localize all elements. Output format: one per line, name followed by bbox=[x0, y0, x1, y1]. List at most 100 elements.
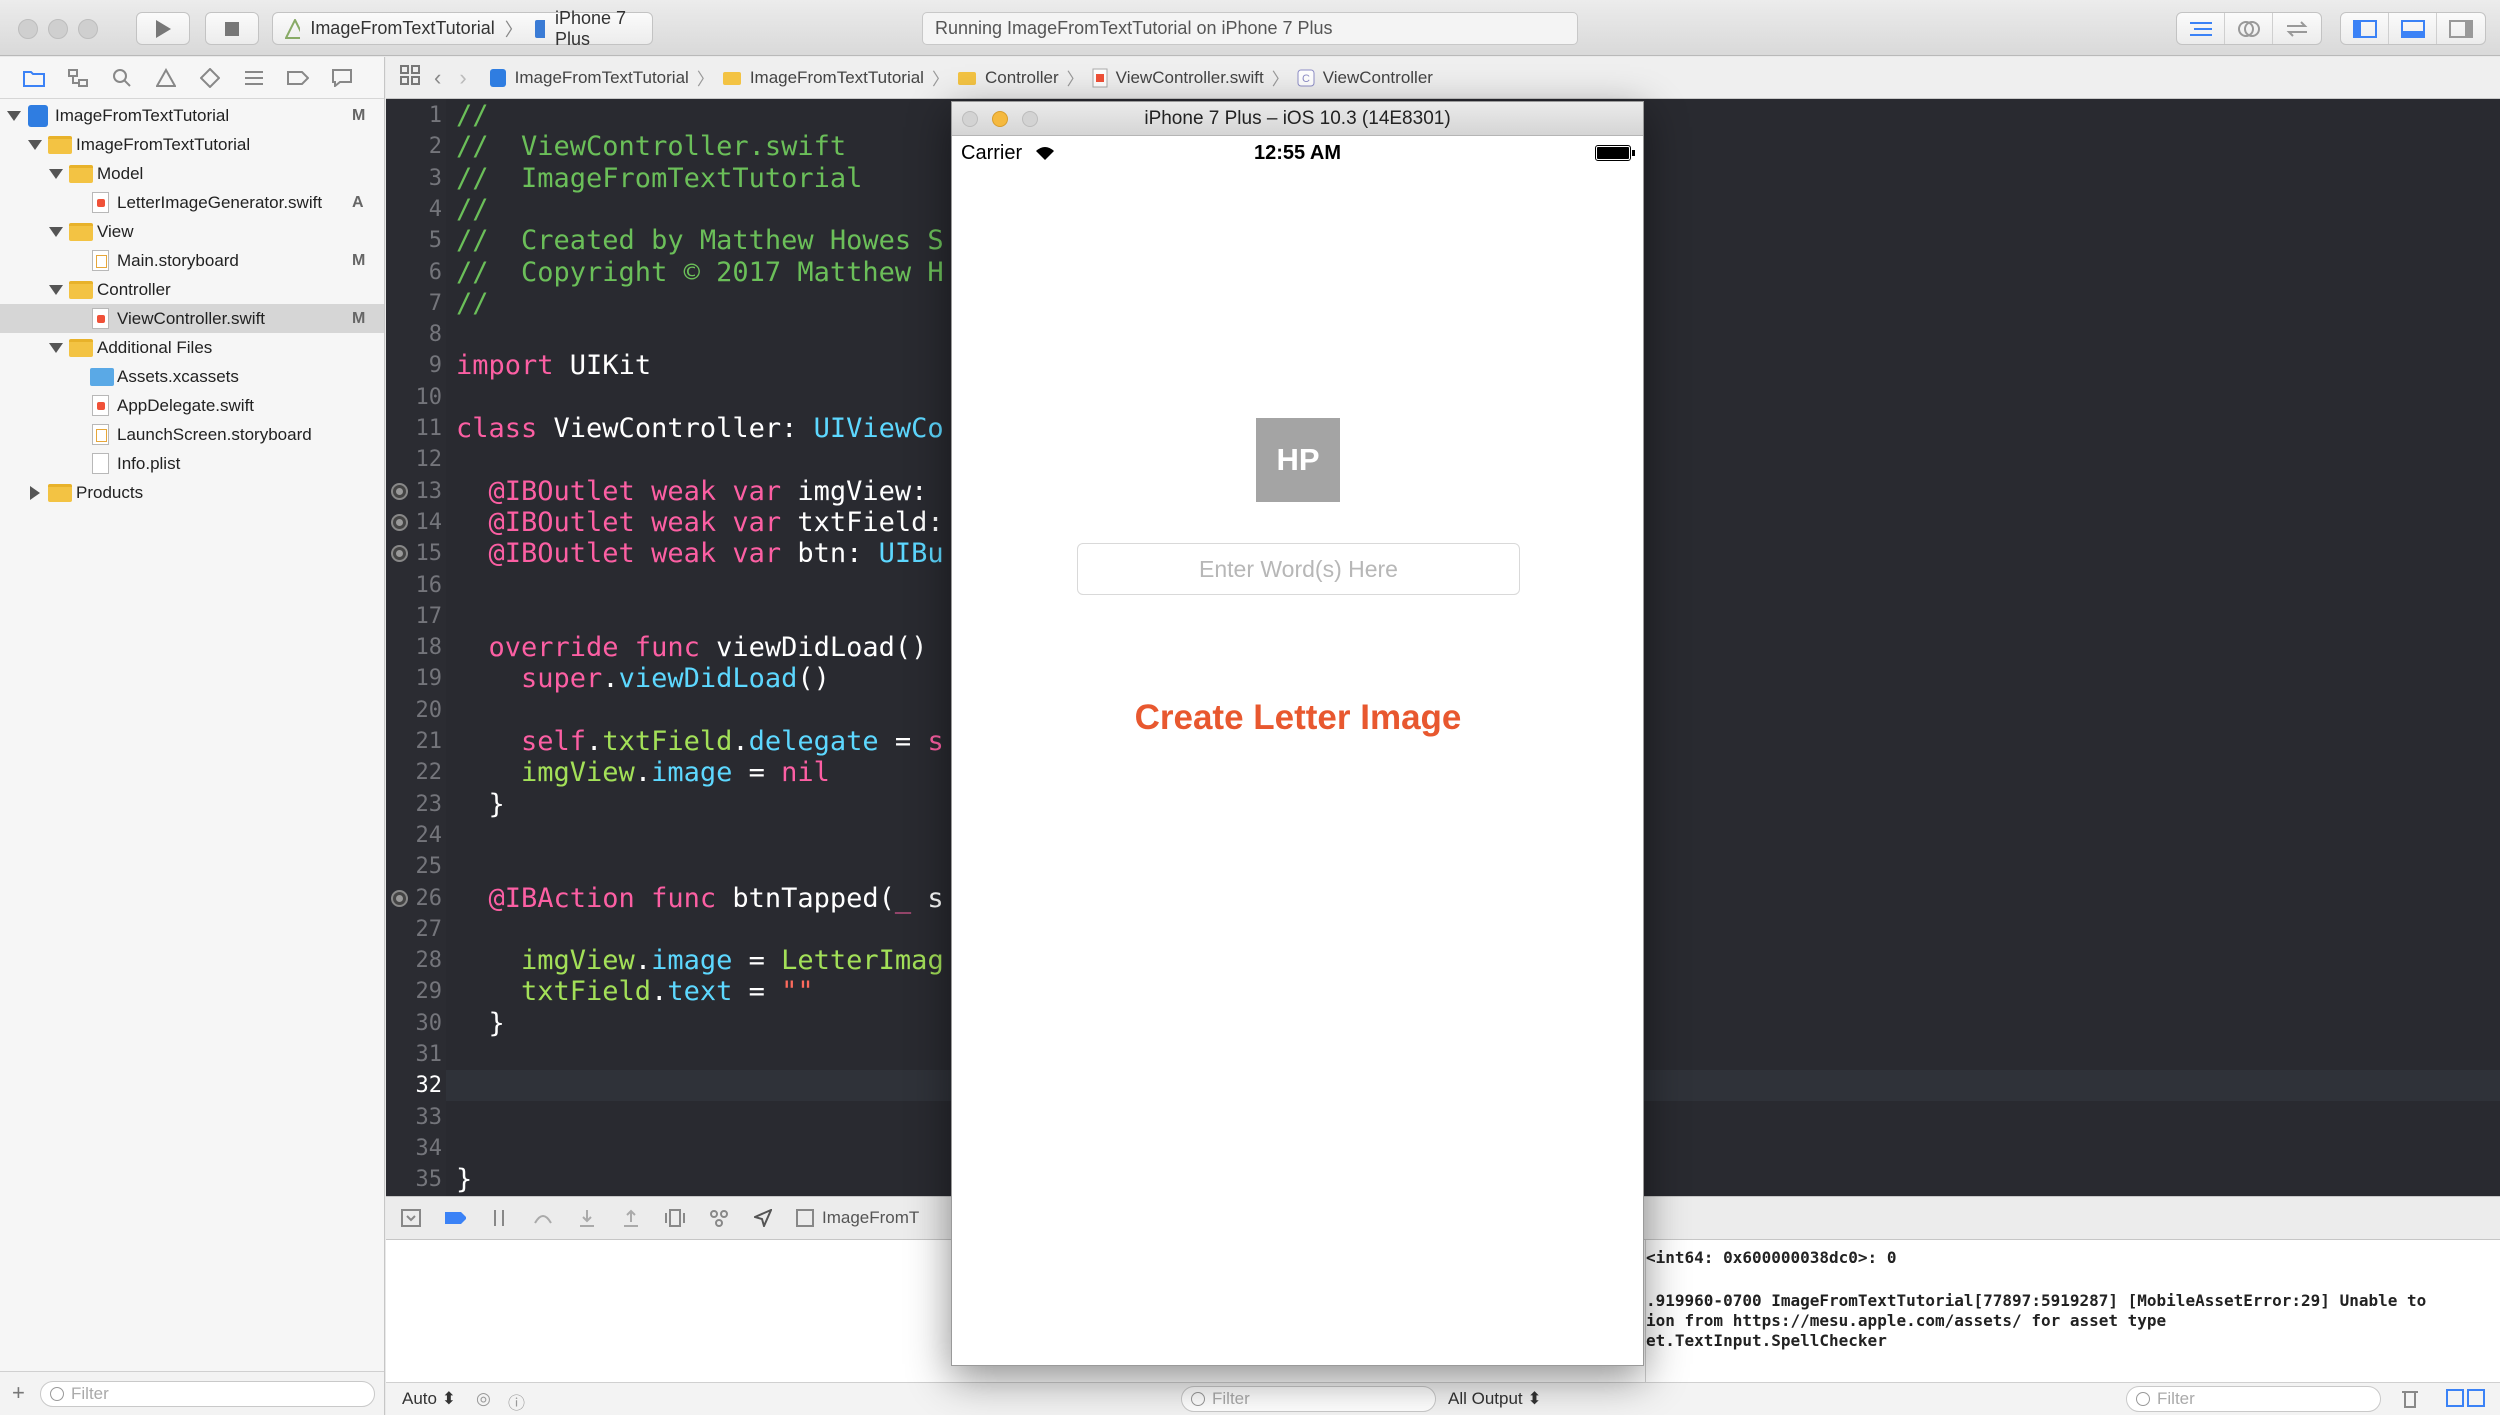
zoom-window-button[interactable] bbox=[78, 19, 98, 39]
navigator-filter-input[interactable]: Filter bbox=[40, 1381, 375, 1407]
variables-filter-input[interactable]: Filter bbox=[1181, 1386, 1436, 1412]
hide-debug-area-icon[interactable] bbox=[400, 1207, 422, 1229]
warning-icon[interactable] bbox=[154, 66, 178, 90]
tree-item-file[interactable]: LetterImageGenerator.swift A bbox=[0, 188, 384, 217]
iphone-icon bbox=[534, 19, 545, 38]
step-out-icon[interactable] bbox=[620, 1207, 642, 1229]
tree-item-file[interactable]: Assets.xcassets bbox=[0, 362, 384, 391]
stop-button[interactable] bbox=[205, 12, 259, 45]
battery-icon bbox=[1595, 145, 1635, 161]
debug-navigator-icon[interactable] bbox=[242, 66, 266, 90]
tree-item-file[interactable]: Main.storyboard M bbox=[0, 246, 384, 275]
disclosure-open-icon[interactable] bbox=[49, 343, 63, 353]
tree-item-file-selected[interactable]: ViewController.swift M bbox=[0, 304, 384, 333]
tree-item-file[interactable]: Info.plist bbox=[0, 449, 384, 478]
tree-item-file[interactable]: LaunchScreen.storyboard bbox=[0, 420, 384, 449]
code-token: imgView bbox=[456, 757, 635, 789]
console-output-popup[interactable]: All Output ⬍ bbox=[1448, 1389, 1542, 1409]
code-token: LetterImag bbox=[781, 945, 944, 977]
disclosure-open-icon[interactable] bbox=[28, 140, 42, 150]
minimize-window-button[interactable] bbox=[48, 19, 68, 39]
toggle-debug-area-icon[interactable] bbox=[2389, 13, 2437, 44]
jump-bar-item-group[interactable]: ImageFromTextTutorial bbox=[722, 68, 924, 88]
assistant-editor-icon[interactable] bbox=[2225, 13, 2273, 44]
search-icon[interactable] bbox=[110, 66, 134, 90]
activity-viewer: Running ImageFromTextTutorial on iPhone … bbox=[922, 12, 1578, 45]
simulator-titlebar[interactable]: iPhone 7 Plus – iOS 10.3 (14E8301) bbox=[952, 102, 1643, 136]
svg-text:C: C bbox=[1302, 73, 1310, 85]
version-editor-icon[interactable] bbox=[2273, 13, 2321, 44]
jump-bar-item-file[interactable]: ViewController.swift bbox=[1092, 68, 1264, 88]
tree-item-group[interactable]: Additional Files bbox=[0, 333, 384, 362]
jump-bar-item-project[interactable]: ImageFromTextTutorial bbox=[489, 68, 689, 88]
view-hierarchy-icon[interactable] bbox=[664, 1207, 686, 1229]
forward-icon[interactable]: › bbox=[459, 65, 466, 91]
jump-bar-item-symbol[interactable]: C ViewController bbox=[1297, 68, 1433, 88]
panel-toggle-segment[interactable] bbox=[2340, 12, 2486, 45]
code-line: // Created by Matthew Howes S bbox=[456, 225, 944, 256]
tree-item-group[interactable]: Products bbox=[0, 478, 384, 507]
create-letter-image-button[interactable]: Create Letter Image bbox=[1052, 694, 1544, 742]
status-time: 12:55 AM bbox=[1253, 142, 1342, 164]
step-into-icon[interactable] bbox=[576, 1207, 598, 1229]
disclosure-closed-icon[interactable] bbox=[30, 486, 40, 500]
simulator-minimize-button[interactable] bbox=[992, 111, 1008, 127]
disclosure-open-icon[interactable] bbox=[49, 285, 63, 295]
debug-target[interactable]: ImageFromT bbox=[796, 1208, 919, 1228]
tree-item-group[interactable]: Model bbox=[0, 159, 384, 188]
tree-item-group[interactable]: ImageFromTextTutorial bbox=[0, 130, 384, 159]
split-view-icon[interactable] bbox=[2446, 1388, 2486, 1413]
swift-file-icon bbox=[92, 395, 109, 416]
tree-item-project[interactable]: ImageFromTextTutorial M bbox=[0, 101, 384, 130]
close-window-button[interactable] bbox=[18, 19, 38, 39]
trash-icon[interactable] bbox=[2401, 1388, 2419, 1413]
code-token: = bbox=[878, 726, 928, 757]
pause-icon[interactable] bbox=[488, 1207, 510, 1229]
report-navigator-icon[interactable] bbox=[330, 66, 354, 90]
code-token: UIBu bbox=[878, 538, 944, 570]
outlet-connection-icon[interactable] bbox=[391, 482, 408, 500]
disclosure-open-icon[interactable] bbox=[7, 111, 21, 121]
simulator-zoom-button[interactable] bbox=[1022, 111, 1038, 127]
source-control-icon[interactable] bbox=[66, 66, 90, 90]
disclosure-open-icon[interactable] bbox=[49, 169, 63, 179]
breakpoints-toggle-icon[interactable] bbox=[444, 1207, 466, 1229]
outlet-connection-icon[interactable] bbox=[391, 889, 408, 907]
related-items-icon[interactable] bbox=[400, 65, 420, 90]
eye-icon[interactable]: ◎ bbox=[476, 1389, 491, 1409]
back-icon[interactable]: ‹ bbox=[434, 65, 441, 91]
code-token: image bbox=[651, 757, 733, 789]
code-token: txtField bbox=[456, 976, 652, 1008]
simulator-close-button[interactable] bbox=[962, 111, 978, 127]
variables-scope-popup[interactable]: Auto ⬍ bbox=[402, 1389, 456, 1409]
tree-item-label: AppDelegate.swift bbox=[117, 395, 255, 415]
toggle-navigator-icon[interactable] bbox=[2341, 13, 2389, 44]
run-button[interactable] bbox=[136, 12, 190, 45]
tree-item-group[interactable]: Controller bbox=[0, 275, 384, 304]
simulator-window[interactable]: iPhone 7 Plus – iOS 10.3 (14E8301) Carri… bbox=[951, 101, 1644, 1366]
test-icon[interactable] bbox=[198, 66, 222, 90]
word-text-field[interactable]: Enter Word(s) Here bbox=[1077, 543, 1520, 595]
standard-editor-icon[interactable] bbox=[2177, 13, 2225, 44]
breakpoint-navigator-icon[interactable] bbox=[286, 66, 310, 90]
step-over-icon[interactable] bbox=[532, 1207, 554, 1229]
tree-item-file[interactable]: AppDelegate.swift bbox=[0, 391, 384, 420]
jump-bar-item-folder[interactable]: Controller bbox=[957, 68, 1059, 88]
add-file-icon[interactable]: + bbox=[12, 1380, 25, 1406]
folder-icon bbox=[48, 484, 72, 502]
scheme-selector[interactable]: ImageFromTextTutorial 〉 iPhone 7 Plus bbox=[272, 8, 653, 49]
toggle-utilities-icon[interactable] bbox=[2437, 13, 2485, 44]
console-output[interactable]: <int64: 0x600000038dc0>: 0 .919960-0700 … bbox=[1645, 1240, 2500, 1382]
swift-file-icon bbox=[1092, 68, 1108, 87]
code-token: // Created by Matthew Howes S bbox=[456, 225, 944, 257]
location-icon[interactable] bbox=[752, 1207, 774, 1229]
memory-graph-icon[interactable] bbox=[708, 1207, 730, 1229]
line-number-gutter[interactable]: 1 2 3 4 5 6 7 8 9 10 11 12 13 14 15 16 17 18 19 20 21 22 23 24 2… bbox=[386, 99, 446, 1196]
disclosure-open-icon[interactable] bbox=[49, 227, 63, 237]
outlet-connection-icon[interactable] bbox=[391, 513, 408, 531]
tree-item-group[interactable]: View bbox=[0, 217, 384, 246]
editor-mode-segment[interactable] bbox=[2176, 12, 2322, 45]
console-filter-input[interactable]: Filter bbox=[2126, 1386, 2381, 1412]
folder-navigator-icon[interactable] bbox=[22, 66, 46, 90]
info-icon[interactable]: ⓘ bbox=[508, 1389, 525, 1414]
